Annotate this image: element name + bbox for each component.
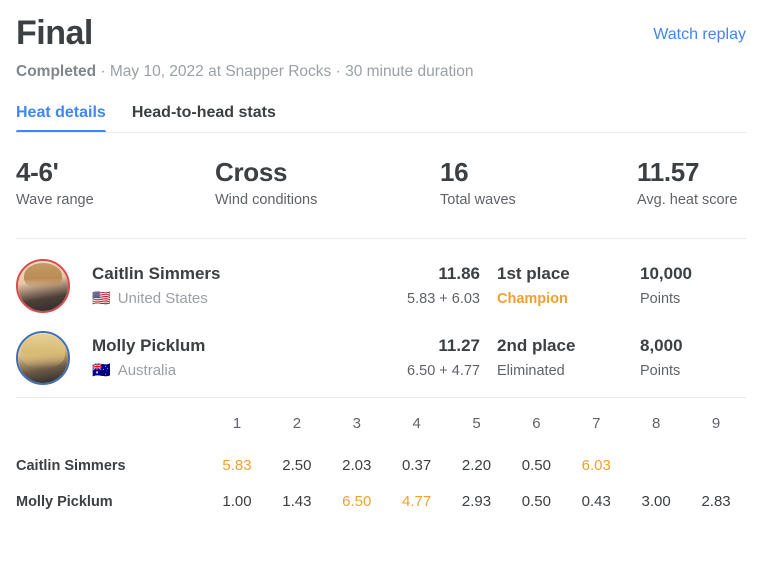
status-badge: Eliminated <box>497 363 565 379</box>
wave-column-header: 9 <box>711 415 721 432</box>
stat-value: 11.57 <box>637 157 700 187</box>
wave-column-header: 2 <box>292 415 302 432</box>
page-title: Final <box>16 14 93 52</box>
athlete-points: 8,000 <box>640 336 683 355</box>
athlete-place: 1st place <box>497 264 570 283</box>
heat-meta: · May 10, 2022 at Snapper Rocks · 30 min… <box>96 63 474 80</box>
stat-avg-heat-score: 11.57 Avg. heat score <box>637 156 738 209</box>
wave-score-cell <box>686 448 746 484</box>
flag-icon-australia: 🇦🇺 <box>92 362 111 379</box>
athlete-name: Caitlin Simmers <box>92 264 221 283</box>
tab-bar: Heat details Head-to-head stats <box>0 104 762 133</box>
wave-score-cell: 2.03 <box>342 457 372 474</box>
athlete-wave-sum: 6.50 + 4.77 <box>407 363 480 379</box>
stat-label: Wind conditions <box>215 192 318 208</box>
wave-header-row: 1 2 3 4 5 6 7 8 9 <box>16 408 746 448</box>
header: Final Watch replay Completed · May 10, 2… <box>0 0 762 82</box>
wave-score-cell: 6.03 <box>581 457 611 474</box>
wave-score-cell: 2.20 <box>461 457 492 474</box>
wave-score-cell: 2.50 <box>282 457 312 474</box>
wave-column-header: 6 <box>532 415 541 432</box>
heat-subtitle: Completed · May 10, 2022 at Snapper Rock… <box>16 62 746 82</box>
conditions-stats: 4-6' Wave range Cross Wind conditions 16… <box>0 156 762 238</box>
status-badge: Champion <box>497 291 568 307</box>
wave-score-cell: 4.77 <box>402 493 432 510</box>
wave-header-blank <box>16 408 207 448</box>
athlete-points-label: Points <box>640 291 681 307</box>
wave-column-header: 3 <box>352 415 361 432</box>
wave-column-header: 1 <box>232 415 242 432</box>
tab-head-to-head-stats[interactable]: Head-to-head stats <box>132 104 276 133</box>
title-row: Final Watch replay <box>16 12 746 56</box>
athlete-heat-score: 11.27 <box>438 336 480 355</box>
stat-label: Avg. heat score <box>637 192 738 208</box>
stat-wave-range: 4-6' Wave range <box>16 156 94 209</box>
athlete-heat-score: 11.86 <box>438 264 480 283</box>
stat-total-waves: 16 Total waves <box>440 156 516 209</box>
wave-score-cell: 1.00 <box>222 493 252 510</box>
stat-value: 16 <box>440 157 469 187</box>
wave-score-cell: 0.50 <box>521 493 551 510</box>
wave-row-athlete-name: Molly Picklum <box>16 494 113 510</box>
stat-value: Cross <box>215 157 288 187</box>
wave-score-cell: 0.50 <box>521 457 551 474</box>
avatar <box>16 259 70 313</box>
tab-divider <box>16 132 746 133</box>
wave-score-cell <box>626 448 686 484</box>
avatar-hair <box>21 334 65 368</box>
wave-row-athlete-name: Caitlin Simmers <box>16 458 126 474</box>
athlete-list: Caitlin Simmers 🇺🇸 United States 11.86 5… <box>0 239 762 397</box>
flag-icon-united-states: 🇺🇸 <box>92 290 111 307</box>
athlete-country: 🇺🇸 United States <box>92 289 208 309</box>
wave-score-table: 1 2 3 4 5 6 7 8 9 Caitlin Simmers 5.83 2.50 2.03 0.3… <box>0 398 762 520</box>
wave-score-row: Caitlin Simmers 5.83 2.50 2.03 0.37 2.20 0.50 6… <box>16 448 746 484</box>
country-label: Australia <box>117 362 177 379</box>
athlete-name: Molly Picklum <box>92 336 206 355</box>
athlete-row[interactable]: Molly Picklum 🇦🇺 Australia 11.27 6.50 + … <box>16 325 746 397</box>
wave-score-cell: 5.83 <box>222 457 252 474</box>
athlete-points-label: Points <box>640 363 681 379</box>
heat-result-page: Final Watch replay Completed · May 10, 2… <box>0 0 762 571</box>
athlete-wave-sum: 5.83 + 6.03 <box>407 291 480 307</box>
wave-column-header: 4 <box>412 415 421 432</box>
wave-score-cell: 1.43 <box>282 493 312 510</box>
wave-score-cell: 0.43 <box>581 493 611 510</box>
wave-score-cell: 3.00 <box>641 493 671 510</box>
tab-heat-details[interactable]: Heat details <box>16 104 106 133</box>
stat-wind-conditions: Cross Wind conditions <box>215 156 317 209</box>
wave-score-cell: 2.83 <box>701 493 731 510</box>
wave-column-header: 8 <box>651 415 661 432</box>
avatar <box>16 331 70 385</box>
stat-value: 4-6' <box>16 157 59 187</box>
wave-score-row: Molly Picklum 1.00 1.43 6.50 4.77 2.93 0.50 0.4… <box>16 484 746 520</box>
watch-replay-link[interactable]: Watch replay <box>653 12 746 56</box>
athlete-points: 10,000 <box>640 264 692 283</box>
country-label: United States <box>117 290 208 307</box>
heat-status: Completed <box>16 63 97 80</box>
athlete-row[interactable]: Caitlin Simmers 🇺🇸 United States 11.86 5… <box>16 253 746 325</box>
stat-label: Wave range <box>16 192 94 208</box>
wave-column-header: 7 <box>592 415 601 432</box>
avatar-hair <box>24 263 62 289</box>
athlete-country: 🇦🇺 Australia <box>92 361 176 381</box>
wave-score-cell: 6.50 <box>342 493 372 510</box>
stat-label: Total waves <box>440 192 516 208</box>
wave-column-header: 5 <box>472 415 481 432</box>
athlete-place: 2nd place <box>497 336 576 355</box>
wave-score-cell: 0.37 <box>402 457 432 474</box>
wave-score-cell: 2.93 <box>461 493 492 510</box>
